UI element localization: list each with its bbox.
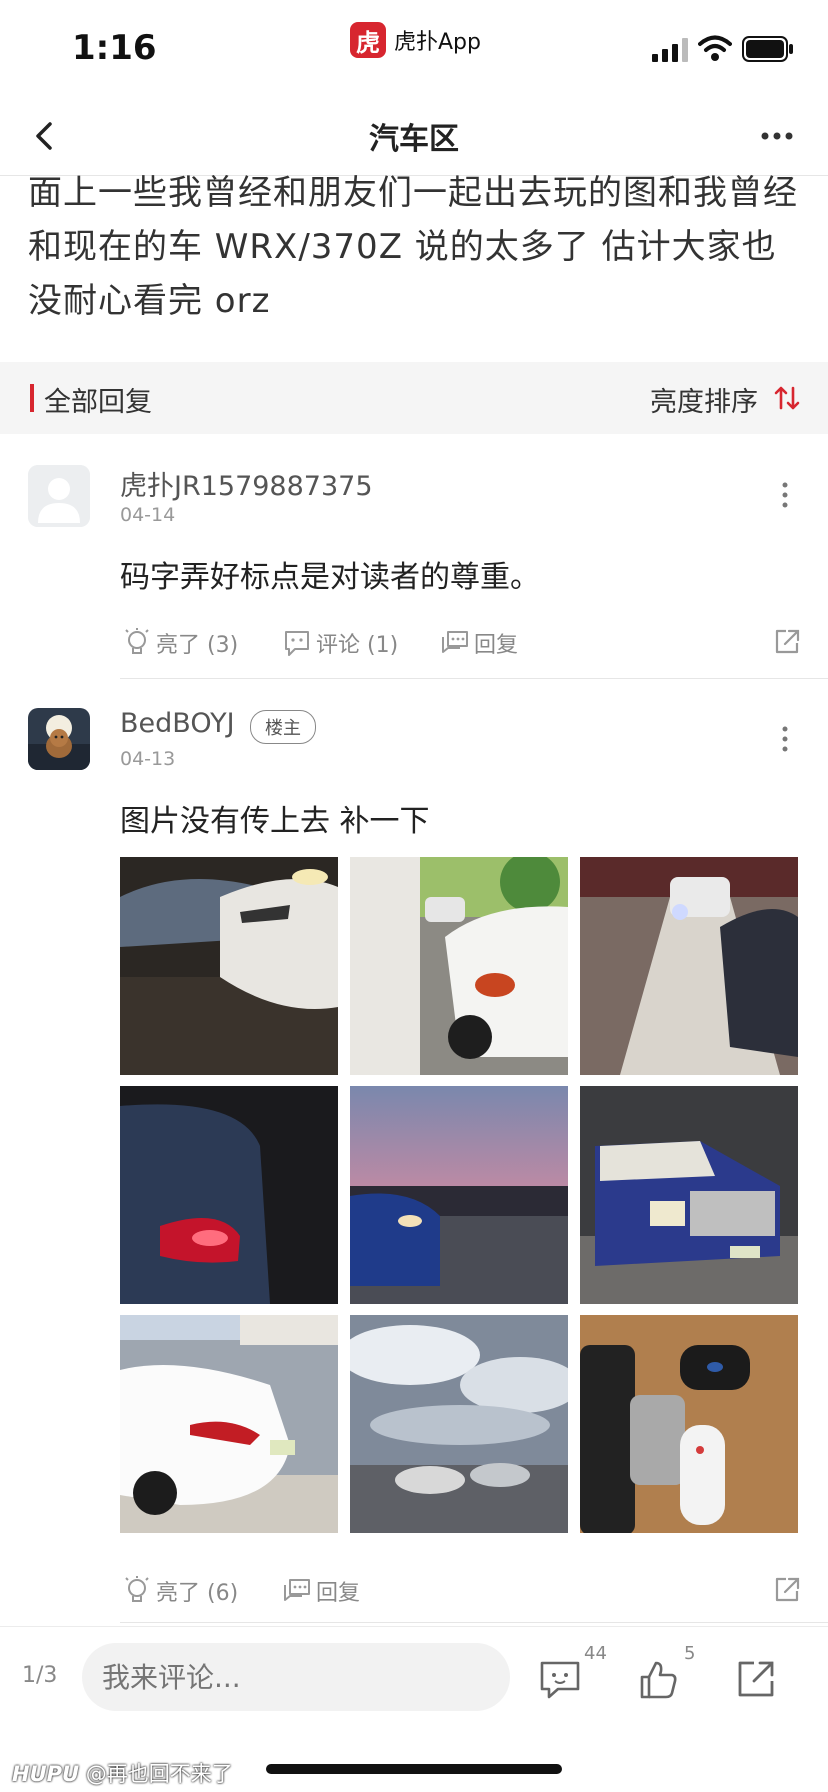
lightbulb-icon: [125, 628, 149, 654]
default-user-icon: [28, 465, 90, 527]
share-icon[interactable]: [772, 1575, 802, 1605]
photo-thumbnail[interactable]: [350, 1086, 568, 1304]
photo-thumbnail[interactable]: [580, 857, 798, 1075]
comment-count: 44: [584, 1643, 607, 1664]
image-grid: [120, 857, 798, 1533]
watermark-brand: HUPU: [12, 1762, 80, 1786]
like-label: 亮了 (3): [156, 633, 239, 658]
comment-text: 图片没有传上去 补一下: [120, 804, 430, 839]
status-time: 1:16: [72, 28, 157, 68]
comment-more-icon[interactable]: [780, 480, 790, 510]
share-icon[interactable]: [734, 1657, 778, 1701]
lightbulb-icon: [125, 1576, 149, 1602]
comment-text: 码字弄好标点是对读者的尊重。: [120, 560, 540, 595]
status-bar: 1:16 虎 虎扑App: [0, 0, 828, 96]
comment-divider: [120, 678, 828, 679]
photo-thumbnail[interactable]: [350, 857, 568, 1075]
page-title: 汽车区: [369, 122, 459, 157]
watermark-handle: @再也回不来了: [85, 1762, 233, 1786]
more-options-icon[interactable]: [760, 126, 794, 146]
photo-thumbnail[interactable]: [580, 1086, 798, 1304]
reply-bubble-icon: [442, 631, 468, 653]
photo-thumbnail[interactable]: [120, 857, 338, 1075]
comment-date: 04-13: [120, 748, 176, 770]
hupu-logo-icon: 虎: [350, 22, 386, 58]
like-count: 5: [684, 1643, 696, 1664]
replies-header: 全部回复 亮度排序: [0, 362, 828, 434]
nav-bar: 汽车区: [0, 96, 828, 176]
reply-label: 回复: [316, 1581, 361, 1606]
comment-date: 04-14: [120, 504, 176, 526]
comment-divider: [120, 1622, 828, 1623]
reply-bubble-icon: [284, 1579, 310, 1601]
comment-username[interactable]: 虎扑JR1579887375: [120, 464, 373, 503]
app-name: 虎扑App: [394, 30, 481, 55]
like-button[interactable]: 亮了 (6): [122, 1575, 238, 1607]
wifi-icon: [698, 35, 732, 61]
comment-input[interactable]: [82, 1643, 510, 1711]
comment-username[interactable]: BedBOYJ: [120, 708, 235, 739]
like-button[interactable]: 亮了 (3): [122, 627, 238, 659]
avatar[interactable]: [28, 465, 90, 527]
sort-arrows-icon[interactable]: [774, 384, 800, 412]
thumbs-up-icon[interactable]: [636, 1657, 680, 1701]
watermark: HUPU @再也回不来了: [12, 1758, 233, 1788]
photo-thumbnail[interactable]: [120, 1086, 338, 1304]
status-app-indicator: 虎 虎扑App: [350, 22, 481, 58]
reply-button[interactable]: 回复: [282, 1575, 360, 1607]
avatar[interactable]: [28, 708, 90, 770]
photo-thumbnail[interactable]: [580, 1315, 798, 1533]
reply-button[interactable]: 回复: [440, 627, 518, 659]
signal-icon: [652, 38, 688, 62]
bottom-bar: 1/3 44 5: [0, 1626, 828, 1726]
sort-button[interactable]: 亮度排序: [650, 380, 758, 419]
home-indicator[interactable]: [266, 1764, 562, 1774]
section-accent-bar: [30, 384, 34, 412]
all-replies-title: 全部回复: [44, 387, 152, 418]
comment-button[interactable]: 评论 (1): [282, 627, 398, 659]
comment-more-icon[interactable]: [780, 724, 790, 754]
speech-bubble-icon: [285, 631, 309, 656]
photo-thumbnail[interactable]: [120, 1315, 338, 1533]
comments-icon[interactable]: [538, 1657, 582, 1701]
like-label: 亮了 (6): [156, 1581, 239, 1606]
teddy-bear-avatar-icon: [28, 708, 90, 770]
share-icon[interactable]: [772, 627, 802, 657]
reply-label: 回复: [474, 633, 519, 658]
op-badge: 楼主: [250, 710, 316, 744]
battery-icon: [742, 36, 793, 62]
page-indicator[interactable]: 1/3: [22, 1663, 57, 1688]
photo-thumbnail[interactable]: [350, 1315, 568, 1533]
comment-label: 评论 (1): [316, 633, 399, 658]
post-body-text: 面上一些我曾经和朋友们一起出去玩的图和我曾经 和现在的车 WRX/370Z 说的…: [28, 173, 798, 321]
